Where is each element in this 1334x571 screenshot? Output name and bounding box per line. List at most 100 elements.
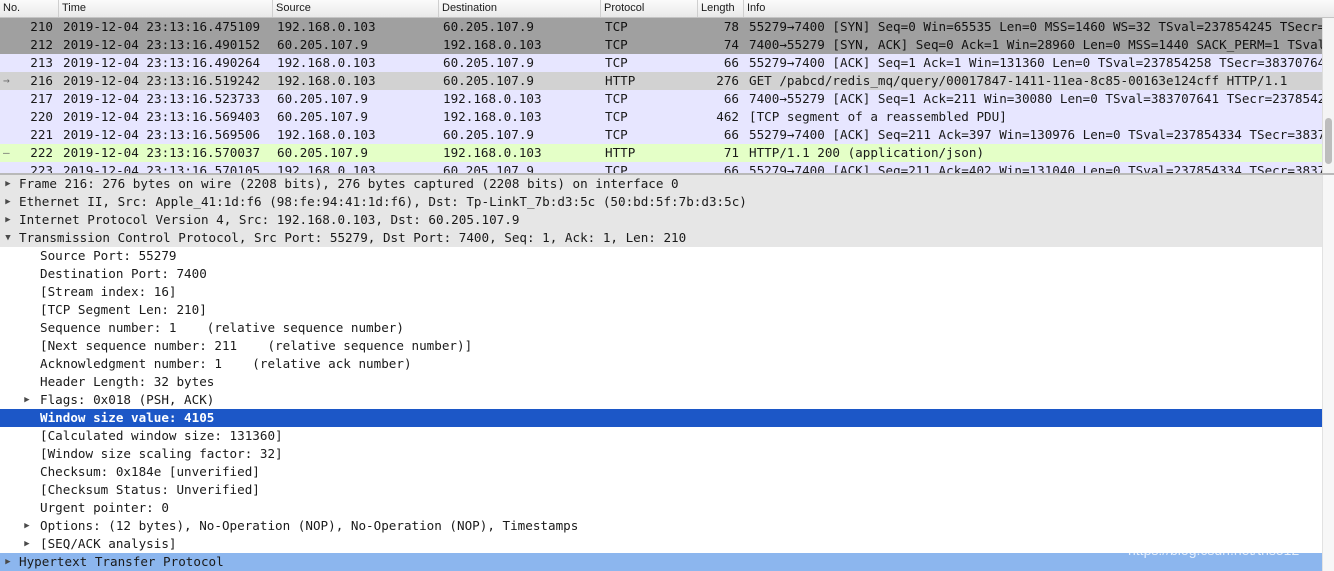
protocol-field-row[interactable]: Urgent pointer: 0 bbox=[0, 499, 1334, 517]
protocol-field-row[interactable]: [Next sequence number: 211 (relative seq… bbox=[0, 337, 1334, 355]
tree-item-label: Options: (12 bytes), No-Operation (NOP),… bbox=[40, 518, 579, 533]
column-header-time[interactable]: Time bbox=[59, 0, 273, 17]
cell-info: 55279→7400 [SYN] Seq=0 Win=65535 Len=0 M… bbox=[749, 19, 1334, 34]
cell-destination: 60.205.107.9 bbox=[443, 19, 534, 34]
cell-source: 60.205.107.9 bbox=[277, 109, 368, 124]
cell-time: 2019-12-04 23:13:16.570037 bbox=[63, 145, 261, 160]
protocol-tree-node[interactable]: ▼ Transmission Control Protocol, Src Port… bbox=[0, 229, 1334, 247]
packet-list-header: No. Time Source Destination Protocol Len… bbox=[0, 0, 1334, 18]
tree-item-label: Header Length: 32 bytes bbox=[40, 374, 215, 389]
protocol-field-row[interactable]: Acknowledgment number: 1 (relative ack n… bbox=[0, 355, 1334, 373]
protocol-field-row[interactable]: Checksum: 0x184e [unverified] bbox=[0, 463, 1334, 481]
protocol-field-row[interactable]: Header Length: 32 bytes bbox=[0, 373, 1334, 391]
expand-triangle-icon[interactable]: ▶ bbox=[21, 517, 33, 535]
cell-time: 2019-12-04 23:13:16.519242 bbox=[63, 73, 261, 88]
protocol-field-row[interactable]: [Window size scaling factor: 32] bbox=[0, 445, 1334, 463]
packet-list-scrollbar[interactable] bbox=[1322, 18, 1334, 174]
packet-row[interactable]: 220 2019-12-04 23:13:16.569403 60.205.107.… bbox=[0, 108, 1334, 126]
cell-destination: 60.205.107.9 bbox=[443, 55, 534, 70]
expand-triangle-icon[interactable]: ▶ bbox=[2, 211, 14, 229]
cell-source: 192.168.0.103 bbox=[277, 19, 376, 34]
tree-item-label: Destination Port: 7400 bbox=[40, 266, 207, 281]
packet-details-tree[interactable]: ▶ Frame 216: 276 bytes on wire (2208 bits… bbox=[0, 175, 1334, 571]
cell-time: 2019-12-04 23:13:16.475109 bbox=[63, 19, 261, 34]
cell-protocol: HTTP bbox=[605, 73, 636, 88]
protocol-field-row[interactable]: [Stream index: 16] bbox=[0, 283, 1334, 301]
protocol-tree-node[interactable]: ▶ Ethernet II, Src: Apple_41:1d:f6 (98:fe… bbox=[0, 193, 1334, 211]
cell-no: 221 bbox=[30, 127, 53, 142]
protocol-tree-node[interactable]: ▶ Internet Protocol Version 4, Src: 192.1… bbox=[0, 211, 1334, 229]
packet-row[interactable]: → 216 2019-12-04 23:13:16.519242 192.168.0.… bbox=[0, 72, 1334, 90]
cell-source: 60.205.107.9 bbox=[277, 91, 368, 106]
cell-info: [TCP segment of a reassembled PDU] bbox=[749, 109, 1007, 124]
packet-row[interactable]: 210 2019-12-04 23:13:16.475109 192.168.0.1… bbox=[0, 18, 1334, 36]
tree-item-label: Frame 216: 276 bytes on wire (2208 bits)… bbox=[19, 176, 679, 191]
cell-length: 462 bbox=[716, 109, 739, 124]
column-header-source[interactable]: Source bbox=[273, 0, 439, 17]
cell-length: 71 bbox=[723, 145, 739, 160]
expand-triangle-icon[interactable]: ▶ bbox=[2, 175, 14, 193]
cell-info: HTTP/1.1 200 (application/json) bbox=[749, 145, 985, 160]
protocol-field-row[interactable]: [TCP Segment Len: 210] bbox=[0, 301, 1334, 319]
collapse-triangle-icon[interactable]: ▼ bbox=[2, 229, 14, 247]
expand-triangle-icon[interactable]: ▶ bbox=[2, 553, 14, 571]
tree-item-label: [TCP Segment Len: 210] bbox=[40, 302, 207, 317]
cell-info: GET /pabcd/redis_mq/query/00017847-1411-… bbox=[749, 73, 1288, 88]
cell-source: 60.205.107.9 bbox=[277, 145, 368, 160]
protocol-field-row[interactable]: [Calculated window size: 131360] bbox=[0, 427, 1334, 445]
packet-row[interactable]: 212 2019-12-04 23:13:16.490152 60.205.107.… bbox=[0, 36, 1334, 54]
cell-source: 192.168.0.103 bbox=[277, 55, 376, 70]
cell-protocol: TCP bbox=[605, 19, 628, 34]
tree-item-label: [Stream index: 16] bbox=[40, 284, 177, 299]
protocol-field-row[interactable]: [Checksum Status: Unverified] bbox=[0, 481, 1334, 499]
protocol-field-row[interactable]: Sequence number: 1 (relative sequence nu… bbox=[0, 319, 1334, 337]
packet-list[interactable]: No. Time Source Destination Protocol Len… bbox=[0, 0, 1334, 174]
cell-no: 220 bbox=[30, 109, 53, 124]
cell-no: 210 bbox=[30, 19, 53, 34]
cell-info: 7400→55279 [SYN, ACK] Seq=0 Ack=1 Win=28… bbox=[749, 37, 1334, 52]
cell-destination: 192.168.0.103 bbox=[443, 109, 542, 124]
column-header-destination[interactable]: Destination bbox=[439, 0, 601, 17]
tree-item-label: [Window size scaling factor: 32] bbox=[40, 446, 283, 461]
packet-details-scrollbar[interactable] bbox=[1322, 175, 1334, 571]
column-header-info[interactable]: Info bbox=[744, 0, 1334, 17]
tree-item-label: [Checksum Status: Unverified] bbox=[40, 482, 260, 497]
packet-row[interactable]: 217 2019-12-04 23:13:16.523733 60.205.107.… bbox=[0, 90, 1334, 108]
protocol-tree-node[interactable]: ▶ Hypertext Transfer Protocol bbox=[0, 553, 1334, 571]
column-header-length[interactable]: Length bbox=[698, 0, 744, 17]
tree-item-label: [SEQ/ACK analysis] bbox=[40, 536, 177, 551]
tree-item-label: Transmission Control Protocol, Src Port:… bbox=[19, 230, 687, 245]
cell-time: 2019-12-04 23:13:16.490264 bbox=[63, 55, 261, 70]
cell-protocol: HTTP bbox=[605, 145, 636, 160]
tree-item-label: Internet Protocol Version 4, Src: 192.16… bbox=[19, 212, 520, 227]
cell-time: 2019-12-04 23:13:16.523733 bbox=[63, 91, 261, 106]
protocol-field-row[interactable]: ▶ Flags: 0x018 (PSH, ACK) bbox=[0, 391, 1334, 409]
cell-protocol: TCP bbox=[605, 109, 628, 124]
cell-no: 213 bbox=[30, 55, 53, 70]
column-header-no[interactable]: No. bbox=[0, 0, 59, 17]
packet-row[interactable]: —222 2019-12-04 23:13:16.570037 60.205.107… bbox=[0, 144, 1334, 162]
cell-info: 55279→7400 [ACK] Seq=1 Ack=1 Win=131360 … bbox=[749, 55, 1333, 70]
expand-triangle-icon[interactable]: ▶ bbox=[21, 535, 33, 553]
cell-info: 55279→7400 [ACK] Seq=211 Ack=397 Win=130… bbox=[749, 127, 1334, 142]
expand-triangle-icon[interactable]: ▶ bbox=[21, 391, 33, 409]
tree-item-label: Window size value: 4105 bbox=[40, 410, 215, 425]
packet-row[interactable]: 213 2019-12-04 23:13:16.490264 192.168.0.1… bbox=[0, 54, 1334, 72]
protocol-field-row[interactable]: Destination Port: 7400 bbox=[0, 265, 1334, 283]
cell-no: 216 bbox=[30, 73, 53, 88]
packet-list-scroll-thumb[interactable] bbox=[1325, 118, 1332, 164]
tree-item-label: Checksum: 0x184e [unverified] bbox=[40, 464, 260, 479]
cell-protocol: TCP bbox=[605, 37, 628, 52]
expand-triangle-icon[interactable]: ▶ bbox=[2, 193, 14, 211]
cell-destination: 192.168.0.103 bbox=[443, 145, 542, 160]
packet-row[interactable]: 221 2019-12-04 23:13:16.569506 192.168.0.1… bbox=[0, 126, 1334, 144]
cell-time: 2019-12-04 23:13:16.569403 bbox=[63, 109, 261, 124]
protocol-field-row[interactable]: Source Port: 55279 bbox=[0, 247, 1334, 265]
protocol-tree-node[interactable]: ▶ Frame 216: 276 bytes on wire (2208 bits… bbox=[0, 175, 1334, 193]
column-header-protocol[interactable]: Protocol bbox=[601, 0, 698, 17]
protocol-field-row[interactable]: Window size value: 4105 bbox=[0, 409, 1334, 427]
tree-item-label: [Next sequence number: 211 (relative seq… bbox=[40, 338, 473, 353]
protocol-field-row[interactable]: ▶ [SEQ/ACK analysis] bbox=[0, 535, 1334, 553]
tree-item-label: Flags: 0x018 (PSH, ACK) bbox=[40, 392, 215, 407]
protocol-field-row[interactable]: ▶ Options: (12 bytes), No-Operation (NOP)… bbox=[0, 517, 1334, 535]
